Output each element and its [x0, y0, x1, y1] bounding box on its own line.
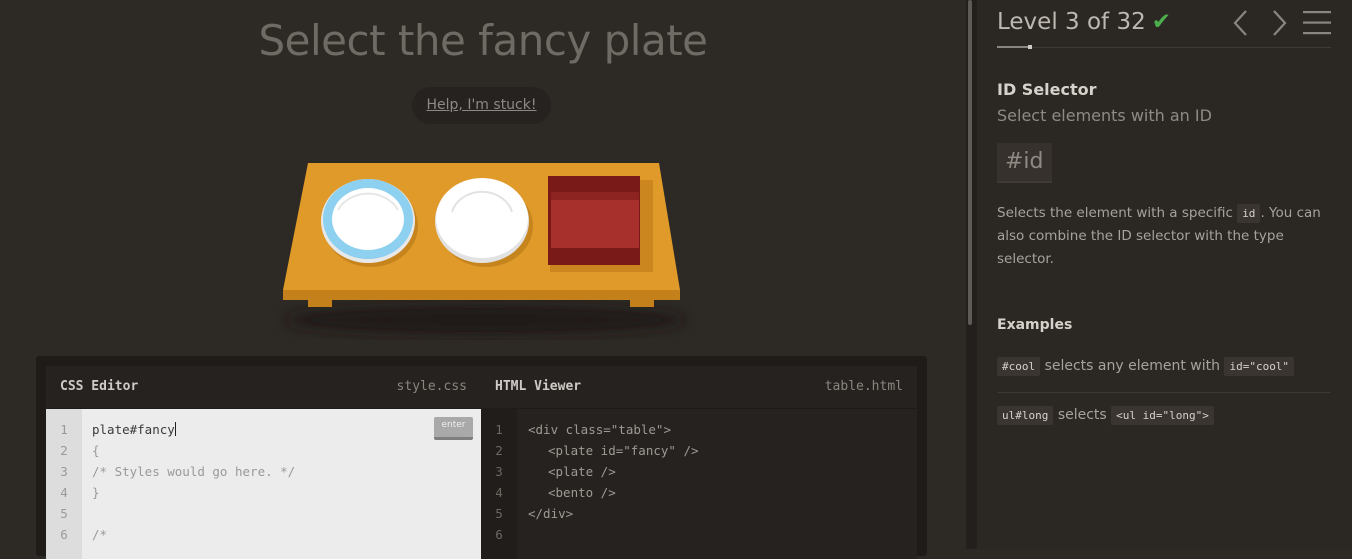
example-code: #cool [997, 357, 1041, 376]
html-code-line[interactable]: <div class="table"> [528, 419, 671, 440]
example-item: #cool selects any element with id="cool" [997, 357, 1295, 376]
enter-button[interactable]: enter [434, 417, 473, 440]
html-code-line[interactable]: <bento /> [548, 482, 616, 503]
line-number: 5 [60, 506, 68, 521]
selector-hint: Selects the element with a specific id. … [997, 202, 1337, 271]
level-text: Level 3 of 32 [997, 9, 1146, 35]
selector-name: ID Selector [997, 80, 1097, 99]
code-line: /* [92, 527, 108, 542]
html-viewer-header: HTML Viewer table.html [481, 366, 917, 408]
css-input-line[interactable]: plate#fancy [92, 419, 176, 440]
level-indicator[interactable]: Level 3 of 32 ✔ [997, 9, 1171, 35]
progress-fill [997, 46, 1029, 48]
code-line: } [92, 485, 100, 500]
example-text: selects any element with [1044, 358, 1220, 374]
progress-track [997, 47, 1331, 48]
selector-syntax: #id [997, 143, 1052, 183]
example-item: ul#long selects <ul id="long"> [997, 406, 1214, 425]
check-icon: ✔ [1151, 9, 1171, 35]
css-editor-header: CSS Editor style.css [46, 366, 481, 408]
example-code: ul#long [997, 406, 1054, 425]
menu-icon[interactable] [1303, 10, 1331, 35]
example-text: selects [1057, 407, 1107, 423]
editor-window: CSS Editor style.css HTML Viewer table.h… [36, 356, 927, 559]
line-number: 3 [60, 464, 68, 479]
page-title: Select the fancy plate [258, 16, 708, 65]
line-number: 2 [495, 443, 503, 458]
line-number: 6 [495, 527, 503, 542]
next-icon[interactable] [1269, 8, 1289, 38]
line-number: 2 [60, 443, 68, 458]
html-filename: table.html [824, 379, 903, 394]
table-front [283, 290, 680, 300]
sidebar: Level 3 of 32 ✔ ID Selector Select elemen… [977, 0, 1352, 549]
line-number: 4 [60, 485, 68, 500]
code-line: { [92, 443, 100, 458]
table-leg [308, 300, 332, 307]
html-viewer-title: HTML Viewer [495, 379, 582, 394]
line-number: 4 [495, 485, 503, 500]
table-leg [630, 300, 654, 307]
scrollbar-thumb[interactable] [968, 0, 972, 325]
html-code-line[interactable]: </div> [528, 503, 573, 524]
css-editor[interactable]: 1 2 3 4 5 6 plate#fancy { /* Styles woul… [46, 409, 481, 559]
html-code-line[interactable]: <plate /> [548, 461, 616, 482]
example-divider [997, 392, 1331, 393]
line-number: 3 [495, 464, 503, 479]
hint-code: id [1237, 204, 1261, 223]
css-filename: style.css [396, 379, 467, 394]
html-code-line[interactable]: <plate id="fancy" /> [548, 440, 699, 461]
progress-marker [1028, 45, 1032, 49]
bento[interactable] [548, 176, 653, 272]
line-number: 6 [60, 527, 68, 542]
example-code: id="cool" [1224, 357, 1295, 376]
line-number: 1 [495, 422, 503, 437]
html-viewer: 1 2 3 4 5 6 <div class="table"> <plate i… [481, 409, 917, 559]
prev-icon[interactable] [1231, 8, 1251, 38]
line-number: 5 [495, 506, 503, 521]
code-line: /* Styles would go here. */ [92, 464, 296, 479]
text-cursor [174, 422, 176, 436]
help-button[interactable]: Help, I'm stuck! [412, 87, 551, 124]
game-area: Select the fancy plate Help, I'm stuck! [0, 0, 966, 559]
css-editor-title: CSS Editor [60, 379, 139, 394]
examples-title: Examples [997, 317, 1073, 333]
selector-title: Select elements with an ID [997, 106, 1212, 125]
hint-text: Selects the element with a specific [997, 205, 1238, 221]
table-illustration [283, 163, 685, 334]
css-input-text[interactable]: plate#fancy [92, 422, 175, 437]
example-code: <ul id="long"> [1111, 406, 1214, 425]
line-number: 1 [60, 422, 68, 437]
